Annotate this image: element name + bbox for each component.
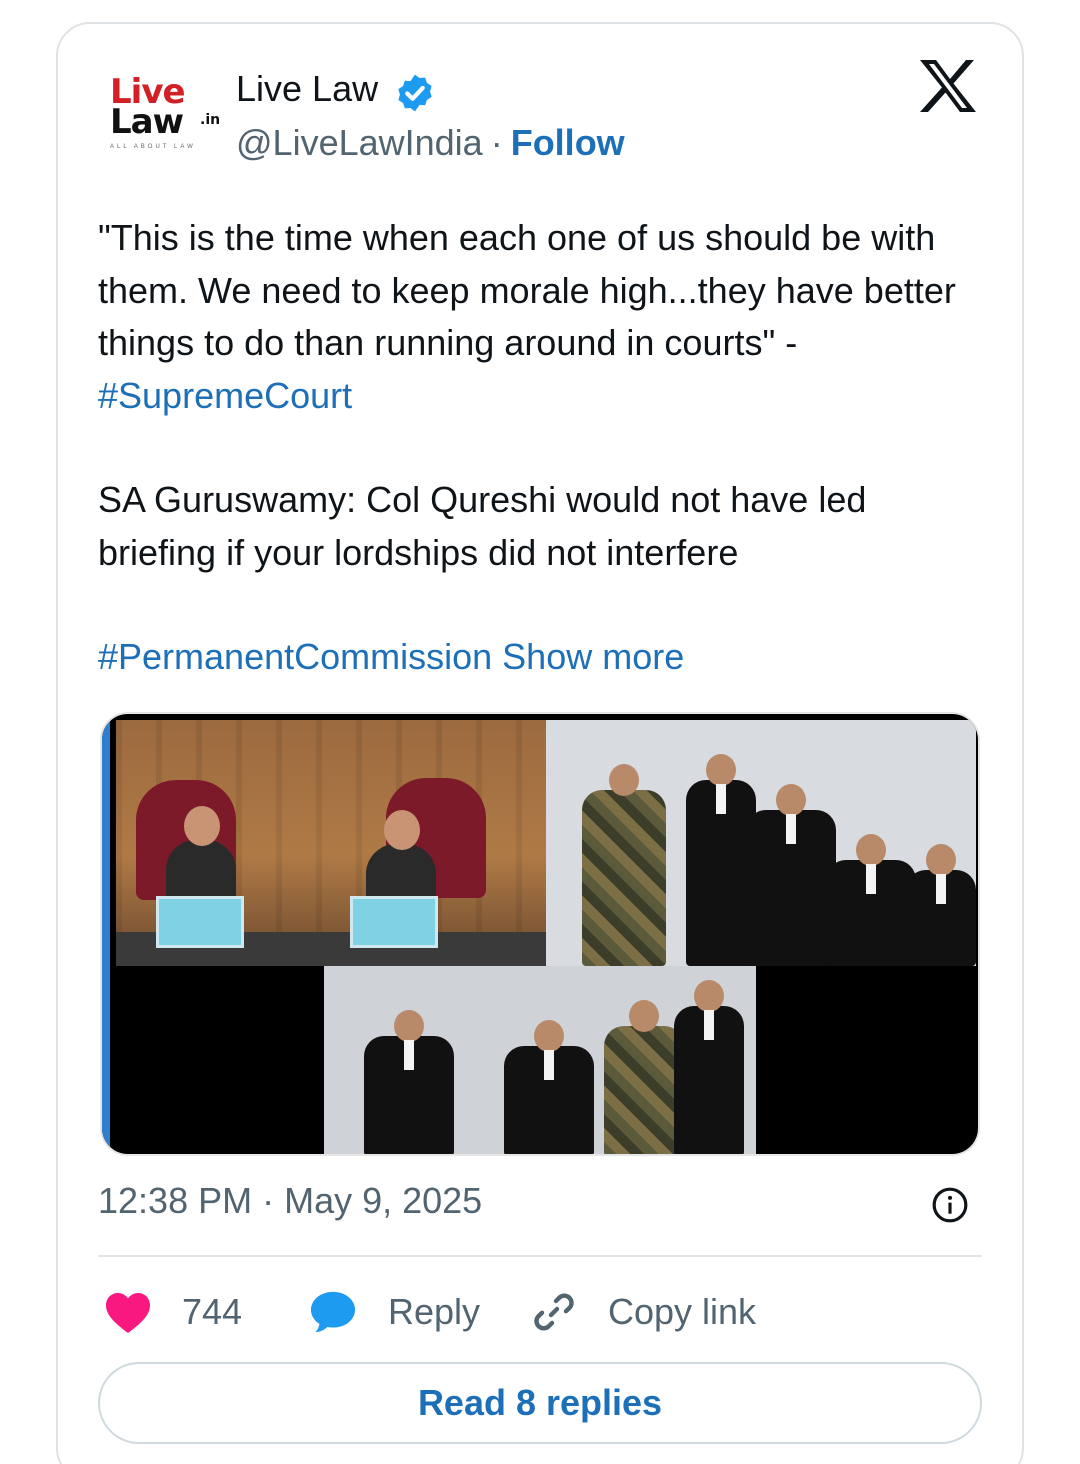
author-name[interactable]: Live Law <box>236 68 378 110</box>
hashtag-permanentcommission[interactable]: #PermanentCommission <box>98 636 492 677</box>
x-logo-icon[interactable] <box>918 58 978 114</box>
reply-label: Reply <box>388 1291 481 1332</box>
tweet-paragraph-quote: "This is the time when each one of us sh… <box>98 217 956 363</box>
follow-button[interactable]: Follow <box>511 122 625 163</box>
copy-link-button[interactable]: Copy link <box>530 1282 756 1342</box>
logo-line2: Law <box>110 102 184 142</box>
author-handle-row: @LiveLawIndia · Follow <box>236 122 625 164</box>
like-count: 744 <box>182 1291 243 1332</box>
speech-bubble-icon <box>310 1291 356 1333</box>
author-handle[interactable]: @LiveLawIndia <box>236 122 483 163</box>
media-panel-judges <box>116 720 546 966</box>
link-icon <box>534 1293 574 1331</box>
tweet-timestamp[interactable]: 12:38 PM · May 9, 2025 <box>98 1180 482 1222</box>
media-panel-advocates <box>546 720 976 966</box>
media-edge-stripe <box>102 714 110 1154</box>
logo-suffix: .in <box>200 112 221 128</box>
read-replies-button[interactable]: Read 8 replies <box>98 1362 982 1444</box>
divider <box>98 1255 982 1257</box>
tweet-text: "This is the time when each one of us sh… <box>98 212 988 684</box>
show-more-link[interactable]: Show more <box>502 636 684 677</box>
media-panel-courtroom <box>324 966 756 1154</box>
author-avatar-logo[interactable]: Live Law .in ALL ABOUT LAW <box>110 74 220 154</box>
like-button[interactable]: 744 <box>104 1282 242 1342</box>
info-icon[interactable] <box>931 1186 969 1224</box>
reply-button[interactable]: Reply <box>308 1282 480 1342</box>
separator-dot: · <box>490 122 503 163</box>
tweet-paragraph-guruswamy: SA Guruswamy: Col Qureshi would not have… <box>98 479 867 573</box>
verified-badge-icon <box>398 74 432 112</box>
action-bar: 744 Reply Copy link <box>98 1282 982 1342</box>
tweet-media-image[interactable] <box>100 712 980 1156</box>
heart-icon <box>106 1293 150 1333</box>
copy-link-label: Copy link <box>608 1291 757 1332</box>
logo-tagline: ALL ABOUT LAW <box>110 144 196 150</box>
hashtag-supremecourt[interactable]: #SupremeCourt <box>98 375 352 416</box>
